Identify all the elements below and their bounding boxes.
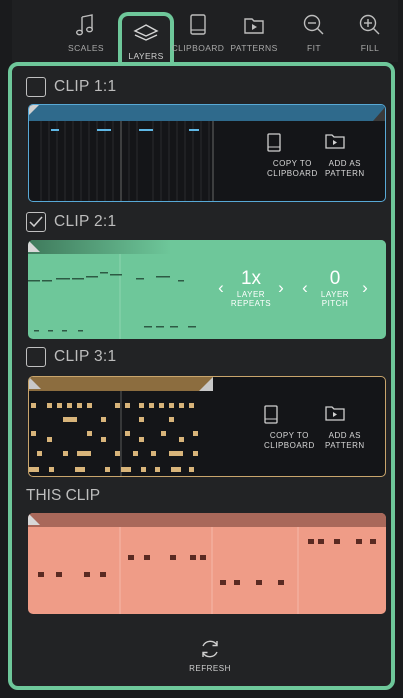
clip-1-copy-to-clipboard-button[interactable]: COPY TO CLIPBOARD [267,133,318,179]
clip-3-checkbox[interactable] [26,347,46,367]
layer-repeats-decrease-button[interactable]: ‹ [214,278,228,298]
clip-3-add-as-pattern-button[interactable]: ADD AS PATTERN [325,405,365,451]
clip-3-add-label: ADD AS PATTERN [325,431,365,450]
layer-pitch-label: LAYER PITCH [320,290,350,308]
music-note-icon [72,12,100,38]
this-clip-title: THIS CLIP [26,487,101,504]
clip-3-preview[interactable]: COPY TO CLIPBOARD ADD AS PATTERN [28,376,386,477]
clip-1-title: CLIP 1:1 [54,78,117,95]
refresh-icon [202,640,218,658]
clip-3-copy-label: COPY TO CLIPBOARD [264,431,315,450]
clip-1-preview[interactable]: COPY TO CLIPBOARD ADD AS PATTERN [28,104,386,202]
tab-fit-label: FIT [307,43,321,53]
refresh-label: REFRESH [189,664,231,673]
patterns-icon [240,12,268,38]
this-clip-preview[interactable] [28,513,386,614]
clip-3-header: CLIP 3:1 [26,345,116,369]
zoom-out-icon [300,12,328,38]
tab-layers-label: LAYERS [128,51,164,61]
clip-2-header: CLIP 2:1 [26,210,116,234]
zoom-in-icon [356,12,384,38]
clipboard-icon [184,12,212,38]
layer-repeats-stepper[interactable]: ‹ 1x LAYER REPEATS › [214,268,288,308]
layers-icon [132,20,160,46]
clip-2-title: CLIP 2:1 [54,213,117,230]
tab-layers[interactable]: LAYERS [118,12,174,66]
tab-scales[interactable]: SCALES [58,12,114,60]
layer-repeats-label: LAYER REPEATS [230,290,272,308]
tab-patterns[interactable]: PATTERNS [226,12,282,60]
clip-2-checkbox[interactable] [26,212,46,232]
tab-patterns-label: PATTERNS [230,43,278,53]
tab-fill-label: FILL [360,43,380,53]
clip-3-copy-to-clipboard-button[interactable]: COPY TO CLIPBOARD [264,405,315,451]
this-clip-notes [28,513,386,614]
clip-1-add-as-pattern-button[interactable]: ADD AS PATTERN [325,133,365,179]
layer-pitch-decrease-button[interactable]: ‹ [298,278,312,298]
layer-pitch-value: 0 [329,268,341,289]
checkmark-icon [29,216,43,228]
clip-1-copy-label: COPY TO CLIPBOARD [267,159,318,178]
tab-fill[interactable]: FILL [342,12,398,60]
tab-clipboard[interactable]: CLIPBOARD [170,12,226,60]
layer-pitch-increase-button[interactable]: › [358,278,372,298]
clip-3-title: CLIP 3:1 [54,348,117,365]
layer-repeats-value: 1x [240,268,262,289]
clip-2-preview[interactable]: ‹ 1x LAYER REPEATS › ‹ 0 LAYER PITCH › [28,240,386,339]
clip-1-add-label: ADD AS PATTERN [325,159,365,178]
tab-fit[interactable]: FIT [286,12,342,60]
refresh-button[interactable]: REFRESH [186,638,234,673]
tab-bar: SCALES LAYERS CLIPBOARD PATTERNS FIT FIL… [12,0,398,66]
layer-repeats-increase-button[interactable]: › [274,278,288,298]
tab-scales-label: SCALES [68,43,104,53]
clip-1-header: CLIP 1:1 [26,75,116,99]
layer-pitch-stepper[interactable]: ‹ 0 LAYER PITCH › [298,268,372,308]
tab-clipboard-label: CLIPBOARD [171,43,225,53]
clip-1-checkbox[interactable] [26,77,46,97]
